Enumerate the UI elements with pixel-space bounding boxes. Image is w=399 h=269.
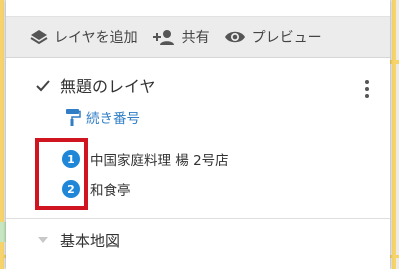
share-button[interactable]: 共有 — [152, 27, 210, 47]
eye-icon — [224, 31, 245, 43]
add-layer-label: レイヤを追加 — [54, 30, 138, 46]
layer-header: 無題のレイヤ — [6, 68, 390, 102]
layer-title[interactable]: 無題のレイヤ — [60, 73, 156, 97]
checkmark-icon — [36, 80, 50, 92]
more-vert-icon — [365, 80, 369, 84]
add-layer-button[interactable]: レイヤを追加 — [30, 27, 138, 47]
layer-toolbar: レイヤを追加 共有 プレビュー — [6, 17, 390, 58]
layers-icon — [30, 30, 48, 45]
layer-options-button[interactable] — [364, 80, 370, 100]
preview-button[interactable]: プレビュー — [224, 27, 322, 47]
chevron-down-icon — [38, 237, 48, 243]
base-map-label: 基本地図 — [60, 231, 121, 250]
add-person-icon — [152, 30, 174, 45]
preview-label: プレビュー — [251, 30, 322, 46]
annotation-highlight-box — [35, 138, 88, 210]
base-map-row[interactable]: 基本地図 — [6, 219, 390, 261]
map-editor-panel: レイヤを追加 共有 プレビュー 無題のレイヤ 続き番号 1 中国家庭料理 楊 2… — [6, 0, 390, 269]
place-name: 和食亭 — [90, 183, 131, 199]
layer-visibility-checkbox[interactable] — [36, 78, 50, 92]
style-label: 続き番号 — [86, 111, 140, 127]
layer-style-link[interactable]: 続き番号 — [6, 104, 390, 130]
share-label: 共有 — [181, 30, 210, 46]
panel-top-strip — [6, 0, 390, 17]
place-name: 中国家庭料理 楊 2号店 — [90, 153, 229, 169]
paint-roller-icon — [66, 109, 81, 126]
